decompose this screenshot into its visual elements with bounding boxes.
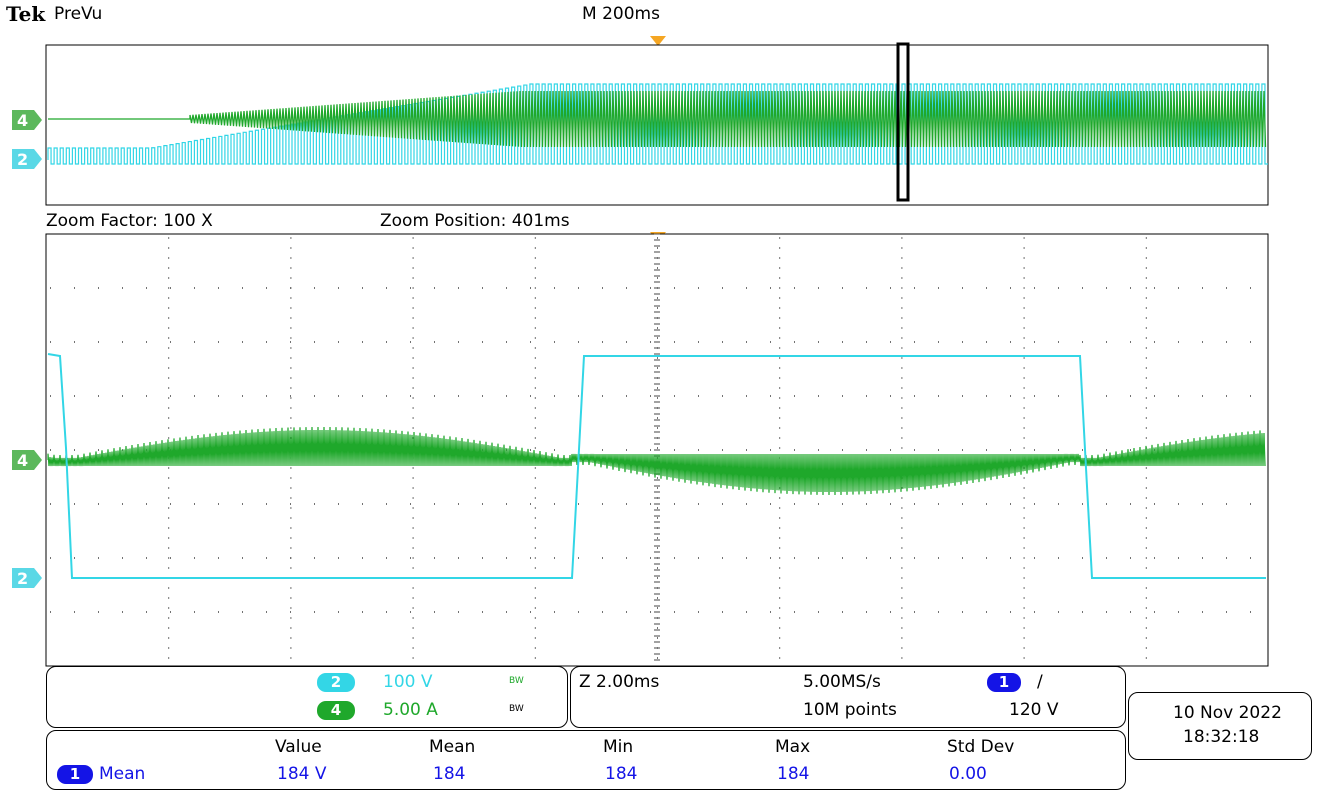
meas-max: 184 [777, 764, 810, 784]
overview-ch2-marker[interactable]: 2 [12, 149, 42, 169]
meas-header-std-dev: Std Dev [947, 737, 1015, 757]
ch4-badge[interactable]: 4 [317, 701, 355, 720]
meas-header-max: Max [775, 737, 811, 757]
zoomed-waveform-panel: 4 2 [12, 232, 1269, 667]
overview-waveform-panel: 4 2 [12, 36, 1269, 206]
svg-text:2: 2 [17, 150, 28, 169]
svg-text:4: 4 [17, 451, 28, 470]
sample-rate: 5.00MS/s [803, 672, 881, 692]
ch2-scale: 100 V [383, 672, 433, 692]
ch4-bw-icon: BW [509, 704, 524, 714]
meas-header-value: Value [275, 737, 322, 757]
timebase-label: M 200ms [582, 4, 660, 24]
trigger-slope-icon: / [1037, 672, 1043, 692]
overview-ch4-marker[interactable]: 4 [12, 110, 42, 130]
zoomed-ch2-marker[interactable]: 2 [12, 568, 42, 588]
trigger-source-badge[interactable]: 1 [987, 673, 1021, 692]
channel-settings-box[interactable]: 2 100 V BW 4 5.00 A BW [46, 666, 568, 728]
date-label: 10 Nov 2022 [1173, 703, 1282, 723]
meas-value: 184 V [277, 764, 327, 784]
zoomed-ch4-marker[interactable]: 4 [12, 450, 42, 470]
trigger-level: 120 V [1009, 700, 1059, 720]
mode-label: PreVu [54, 4, 103, 24]
ch4-scale: 5.00 A [383, 700, 438, 720]
time-label: 18:32:18 [1183, 727, 1260, 747]
meas-source-badge[interactable]: 1 [57, 765, 93, 784]
meas-std-dev: 0.00 [949, 764, 987, 784]
meas-min: 184 [605, 764, 638, 784]
svg-text:2: 2 [17, 569, 28, 588]
meas-name: Mean [99, 764, 146, 784]
svg-text:4: 4 [17, 111, 28, 130]
brand-logo: Tek [6, 2, 46, 26]
acquisition-settings-box[interactable]: Z 2.00ms 5.00MS/s 10M points 1 / 120 V [570, 666, 1126, 728]
zoom-scale: Z 2.00ms [579, 672, 660, 692]
meas-header-mean: Mean [429, 737, 476, 757]
meas-mean: 184 [433, 764, 466, 784]
record-length: 10M points [803, 700, 897, 720]
measurement-box[interactable]: Value Mean Min Max Std Dev 1 Mean 184 V … [46, 730, 1126, 790]
ch2-badge[interactable]: 2 [317, 673, 355, 692]
datetime-box: 10 Nov 2022 18:32:18 [1128, 692, 1312, 760]
meas-header-min: Min [603, 737, 634, 757]
ch2-bw-icon: BW [509, 676, 524, 686]
